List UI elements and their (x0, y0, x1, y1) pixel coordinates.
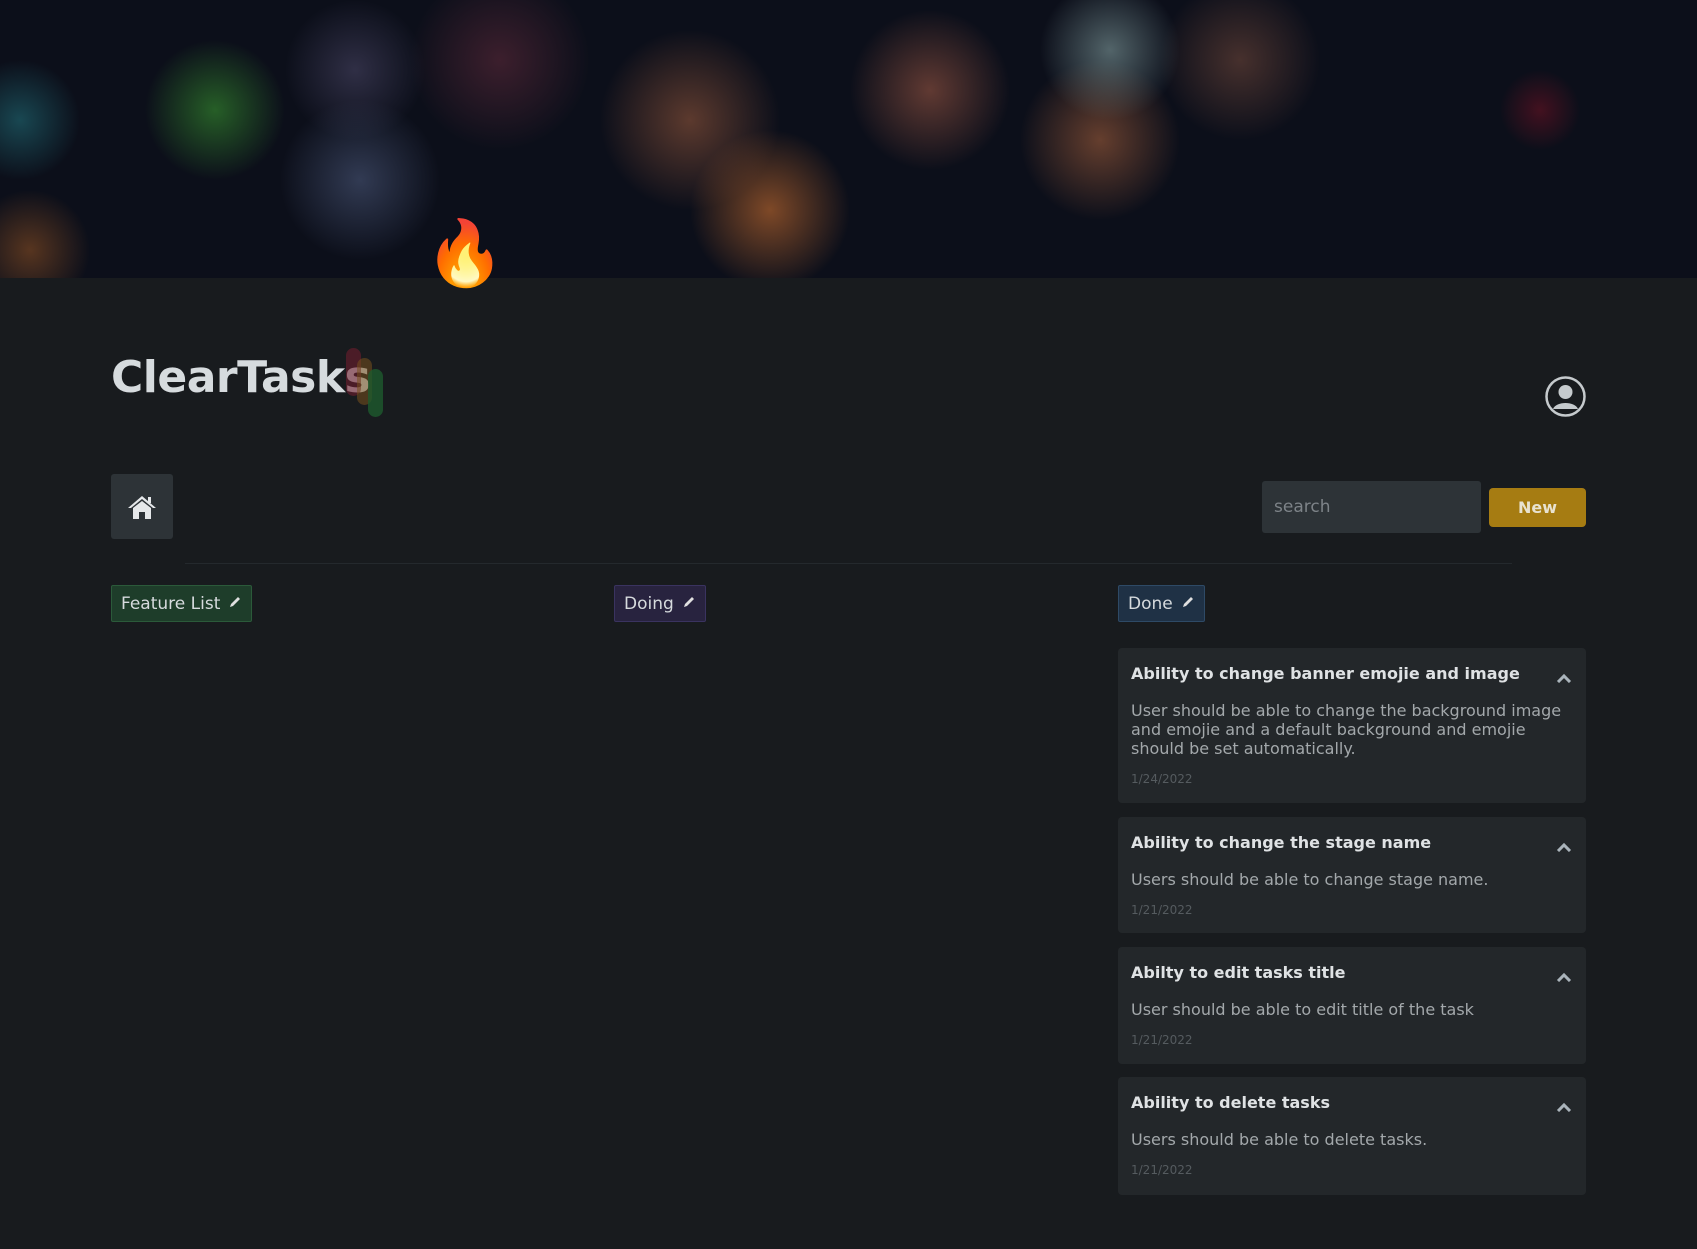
task-card[interactable]: Ability to change the stage name Users s… (1118, 817, 1586, 933)
pencil-icon[interactable] (682, 594, 696, 614)
task-title: Abilty to edit tasks title (1131, 963, 1346, 982)
home-icon (128, 495, 156, 519)
task-description: Users should be able to delete tasks. (1131, 1130, 1428, 1149)
chevron-up-icon[interactable] (1556, 837, 1572, 856)
divider (185, 563, 1512, 564)
task-card[interactable]: Abilty to edit tasks title User should b… (1118, 947, 1586, 1064)
chevron-up-icon[interactable] (1556, 1097, 1572, 1116)
stage-doing[interactable]: Doing (614, 585, 706, 622)
task-date: 1/21/2022 (1131, 1033, 1193, 1047)
task-description: User should be able to change the backgr… (1131, 701, 1562, 758)
pencil-icon[interactable] (1181, 594, 1195, 614)
task-title: Ability to change the stage name (1131, 833, 1432, 852)
task-date: 1/21/2022 (1131, 903, 1193, 917)
search-input[interactable] (1262, 481, 1481, 533)
banner-image (0, 0, 1697, 278)
app-title: ClearTasks (111, 352, 371, 403)
banner-emoji[interactable]: 🔥 (425, 222, 505, 286)
pencil-icon[interactable] (228, 594, 242, 614)
chevron-up-icon[interactable] (1556, 967, 1572, 986)
task-date: 1/24/2022 (1131, 772, 1193, 786)
task-card[interactable]: Ability to delete tasks Users should be … (1118, 1077, 1586, 1195)
task-date: 1/21/2022 (1131, 1163, 1193, 1177)
task-description: User should be able to edit title of the… (1131, 1000, 1474, 1019)
task-card[interactable]: Ability to change banner emojie and imag… (1118, 648, 1586, 803)
home-button[interactable] (111, 474, 173, 539)
new-task-button[interactable]: New (1489, 488, 1586, 527)
stage-done[interactable]: Done (1118, 585, 1205, 622)
logo-icon (346, 348, 386, 417)
stage-label: Done (1128, 593, 1173, 614)
stage-label: Feature List (121, 593, 221, 614)
stage-feature-list[interactable]: Feature List (111, 585, 253, 622)
task-description: Users should be able to change stage nam… (1131, 870, 1489, 889)
chevron-up-icon[interactable] (1556, 668, 1572, 687)
task-title: Ability to delete tasks (1131, 1093, 1330, 1112)
task-title: Ability to change banner emojie and imag… (1131, 664, 1520, 683)
user-avatar-icon[interactable] (1545, 376, 1586, 417)
stage-label: Doing (624, 593, 674, 614)
